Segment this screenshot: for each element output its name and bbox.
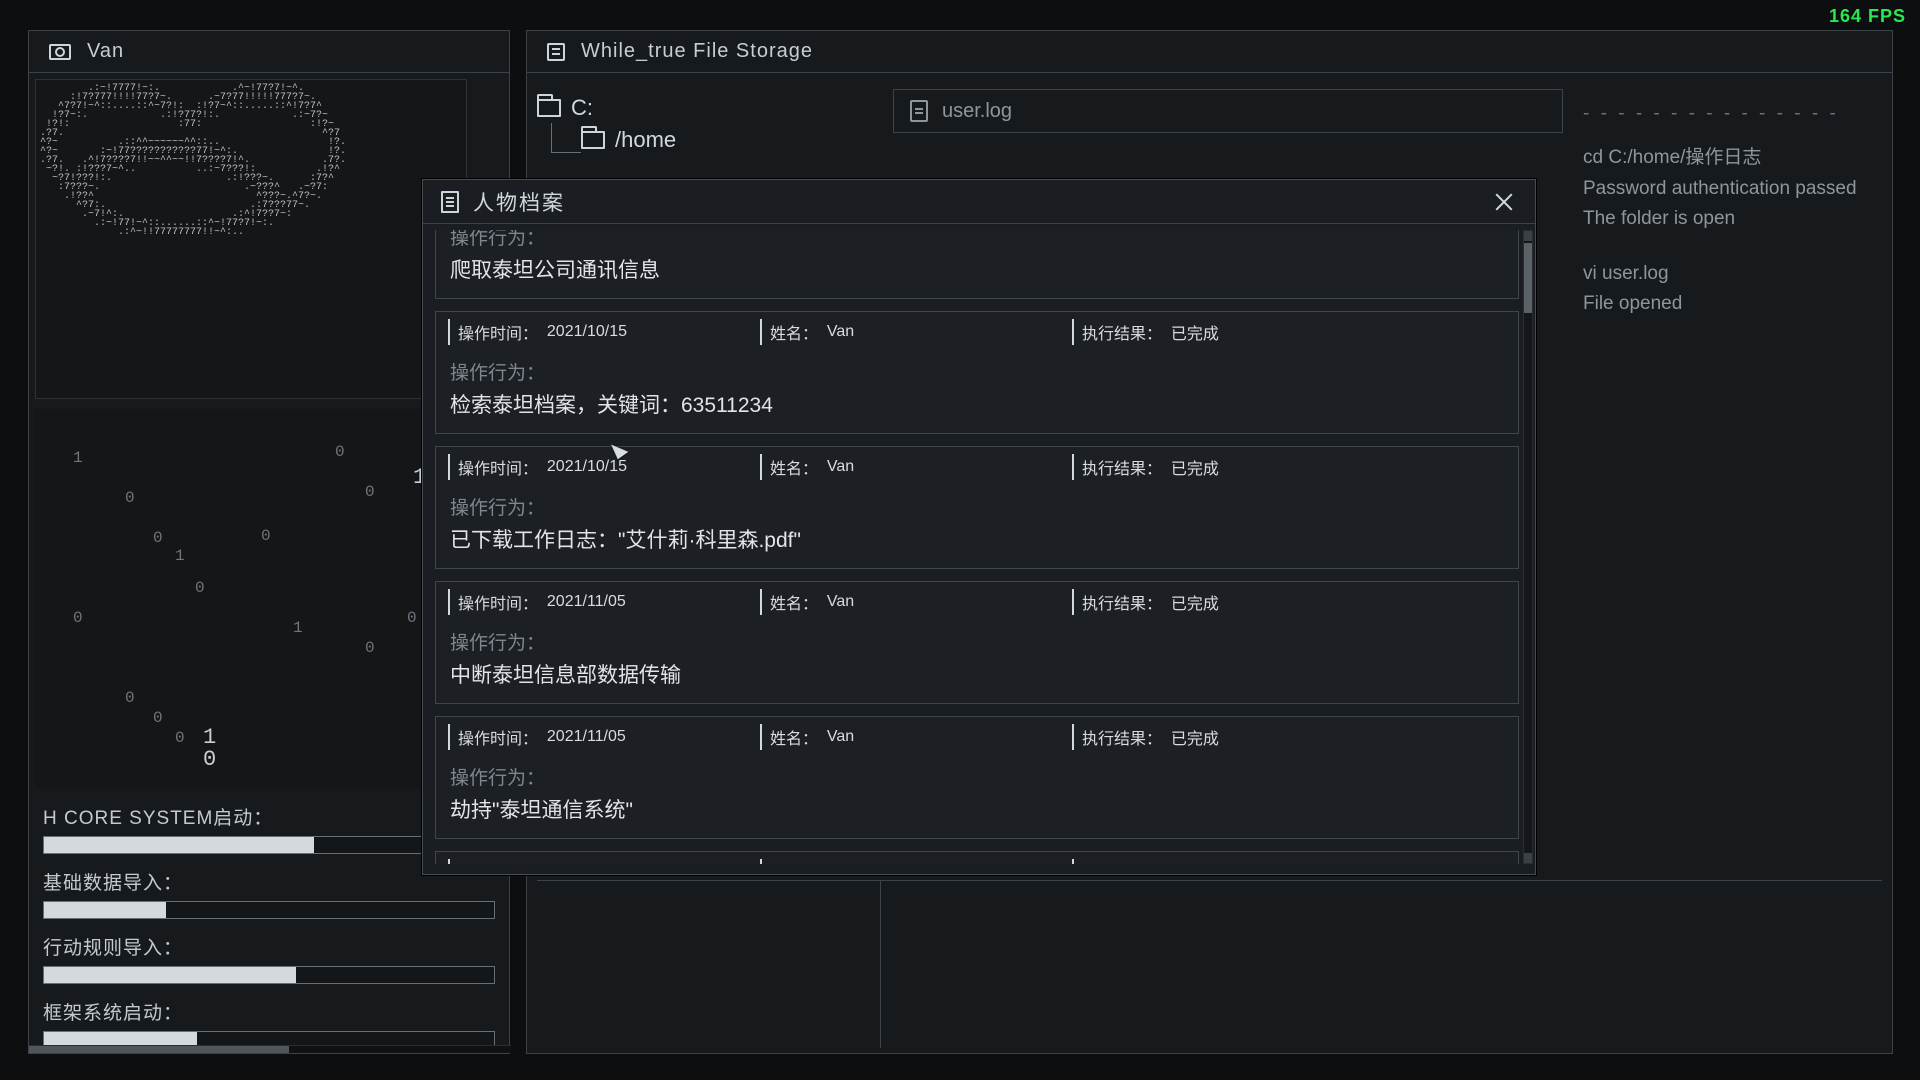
progress-fill <box>44 967 296 983</box>
console-line: cd C:/home/操作日志 <box>1583 143 1883 173</box>
right-header: While_true File Storage <box>527 31 1892 73</box>
left-header: Van <box>29 31 509 73</box>
entry-body: 操作行为： 已下载工作日志："艾什莉·科里森.pdf" <box>436 487 1518 568</box>
action-label: 操作行为： <box>450 763 1504 790</box>
log-entry[interactable]: 操作时间： 2021/10/15姓名： Van执行结果： 已完成操作行为：爬取泰… <box>435 230 1519 299</box>
progress-bar <box>43 901 495 919</box>
divider-v <box>880 880 881 1048</box>
log-entry[interactable]: 操作时间： 2021/10/15姓名： Van执行结果： 已完成操作行为： 检索泰… <box>435 311 1519 434</box>
console-line: Password authentication passed <box>1583 174 1883 204</box>
action-text: 中断泰坦信息部数据传输 <box>450 659 1504 689</box>
path-bar[interactable]: user.log <box>893 89 1563 133</box>
status-row: 基础数据导入： <box>43 868 513 919</box>
log-entry[interactable]: 操作时间： 2021/11/05姓名： Van执行结果： 遭到中止操作行为： <box>435 851 1519 864</box>
scroll-up-arrow[interactable] <box>1524 231 1532 241</box>
entry-head: 操作时间： 2021/11/05姓名： Van执行结果： 遭到中止 <box>436 852 1518 864</box>
scroll-thumb[interactable] <box>1524 243 1532 313</box>
tree-node-root[interactable]: C: <box>537 95 877 121</box>
matrix-anim: 1 0 0 0 0 0 1 0 0 1 0 0 1 0 0 0 1 0 0 <box>35 409 467 789</box>
entry-body: 操作行为： 劫持"泰坦通信系统" <box>436 757 1518 838</box>
right-title: While_true File Storage <box>581 40 813 63</box>
progress-fill <box>44 837 314 853</box>
file-icon <box>910 100 928 122</box>
entry-head: 操作时间： 2021/11/05姓名： Van执行结果： 已完成 <box>436 717 1518 757</box>
progress-bar <box>43 966 495 984</box>
progress-fill <box>44 902 166 918</box>
action-text: 爬取泰坦公司通讯信息 <box>450 254 1504 284</box>
console-line: The folder is open <box>1583 204 1883 234</box>
log-entry[interactable]: 操作时间： 2021/11/05姓名： Van执行结果： 已完成操作行为： 劫持"… <box>435 716 1519 839</box>
scroll-down-arrow[interactable] <box>1524 853 1532 863</box>
fps-counter: 164 FPS <box>1829 6 1906 27</box>
console-line: File opened <box>1583 289 1883 319</box>
tree-node-home[interactable]: /home <box>581 127 877 153</box>
path-text: user.log <box>942 100 1012 123</box>
folder-icon <box>537 99 561 117</box>
status-label: 框架系统启动： <box>43 998 513 1025</box>
action-text: 劫持"泰坦通信系统" <box>450 794 1504 824</box>
action-text: 已下载工作日志："艾什莉·科里森.pdf" <box>450 524 1504 554</box>
identity-icon <box>49 44 71 60</box>
storage-icon <box>547 43 565 61</box>
left-title: Van <box>87 40 124 63</box>
tree-connector <box>551 123 581 153</box>
divider-h <box>537 880 1882 881</box>
modal-scroll-area[interactable]: 操作时间： 2021/10/15姓名： Van执行结果： 已完成操作行为：爬取泰… <box>435 230 1519 864</box>
entry-body: 操作行为： 检索泰坦档案，关键词：63511234 <box>436 352 1518 433</box>
modal-scrollbar[interactable] <box>1523 230 1533 864</box>
left-scrollbar-thumb[interactable] <box>29 1046 289 1053</box>
status-row: 行动规则导入： <box>43 933 513 984</box>
close-icon[interactable] <box>1491 189 1517 215</box>
status-label: 行动规则导入： <box>43 933 513 960</box>
modal-header: 人物档案 <box>423 180 1535 224</box>
folder-icon <box>581 131 605 149</box>
left-scrollbar[interactable] <box>29 1045 511 1053</box>
action-label: 操作行为： <box>450 358 1504 385</box>
document-icon <box>441 191 459 213</box>
entry-head: 操作时间： 2021/11/05姓名： Van执行结果： 已完成 <box>436 582 1518 622</box>
ascii-portrait: .:~!7777!~:. .^~!77?7!~^. :!7?777!!!!77?… <box>35 79 467 399</box>
action-label: 操作行为： <box>450 230 1504 250</box>
entry-head: 操作时间： 2021/10/15姓名： Van执行结果： 已完成 <box>436 447 1518 487</box>
console-log: - - - - - - - - - - - - - - - cd C:/home… <box>1583 99 1883 319</box>
log-entry[interactable]: 操作时间： 2021/11/05姓名： Van执行结果： 已完成操作行为： 中断泰… <box>435 581 1519 704</box>
profile-modal: 人物档案 操作时间： 2021/10/15姓名： Van执行结果： 已完成操作行… <box>422 179 1536 875</box>
console-sep: - - - - - - - - - - - - - - - <box>1583 99 1883 129</box>
entry-body: 操作行为： 爬取泰坦公司通讯信息 <box>436 230 1518 298</box>
tree-label: /home <box>615 127 676 153</box>
file-tree: C: /home <box>537 89 877 159</box>
action-label: 操作行为： <box>450 628 1504 655</box>
modal-title: 人物档案 <box>473 187 565 217</box>
tree-label: C: <box>571 95 593 121</box>
entry-body: 操作行为： 中断泰坦信息部数据传输 <box>436 622 1518 703</box>
console-line: vi user.log <box>1583 259 1883 289</box>
log-entry[interactable]: 操作时间： 2021/10/15姓名： Van执行结果： 已完成操作行为： 已下载… <box>435 446 1519 569</box>
status-row: 框架系统启动： <box>43 998 513 1049</box>
action-label: 操作行为： <box>450 493 1504 520</box>
action-text: 检索泰坦档案，关键词：63511234 <box>450 389 1504 419</box>
entry-head: 操作时间： 2021/10/15姓名： Van执行结果： 已完成 <box>436 312 1518 352</box>
